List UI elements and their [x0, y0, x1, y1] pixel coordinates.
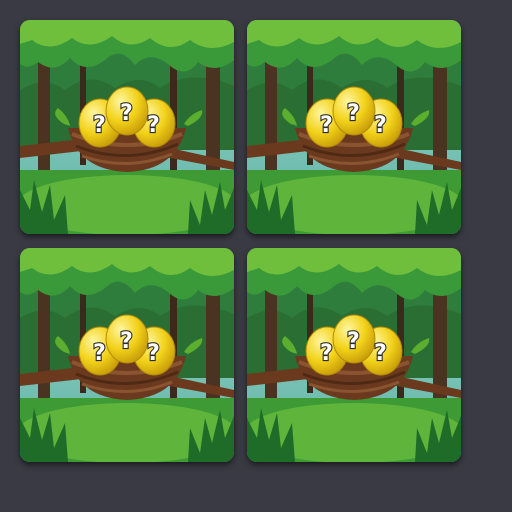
- question-mark-icon: ?: [347, 329, 360, 354]
- question-mark-icon: ?: [320, 113, 333, 138]
- question-mark-icon: ?: [147, 341, 160, 366]
- question-mark-icon: ?: [320, 341, 333, 366]
- forest-nest-scene: ? ? ?: [247, 248, 461, 462]
- question-mark-icon: ?: [347, 101, 360, 126]
- question-mark-icon: ?: [120, 329, 133, 354]
- game-board: ? ? ? ? ? ? ? ? ? ? ? ?: [0, 0, 512, 512]
- question-mark-icon: ?: [374, 113, 387, 138]
- question-mark-icon: ?: [147, 113, 160, 138]
- forest-nest-scene: ? ? ?: [20, 248, 234, 462]
- memory-card-4[interactable]: ? ? ?: [247, 248, 461, 462]
- memory-card-3[interactable]: ? ? ?: [20, 248, 234, 462]
- forest-nest-scene: ? ? ?: [247, 20, 461, 234]
- question-mark-icon: ?: [374, 341, 387, 366]
- forest-nest-scene: ? ? ?: [20, 20, 234, 234]
- memory-card-2[interactable]: ? ? ?: [247, 20, 461, 234]
- question-mark-icon: ?: [93, 341, 106, 366]
- question-mark-icon: ?: [93, 113, 106, 138]
- memory-card-1[interactable]: ? ? ?: [20, 20, 234, 234]
- question-mark-icon: ?: [120, 101, 133, 126]
